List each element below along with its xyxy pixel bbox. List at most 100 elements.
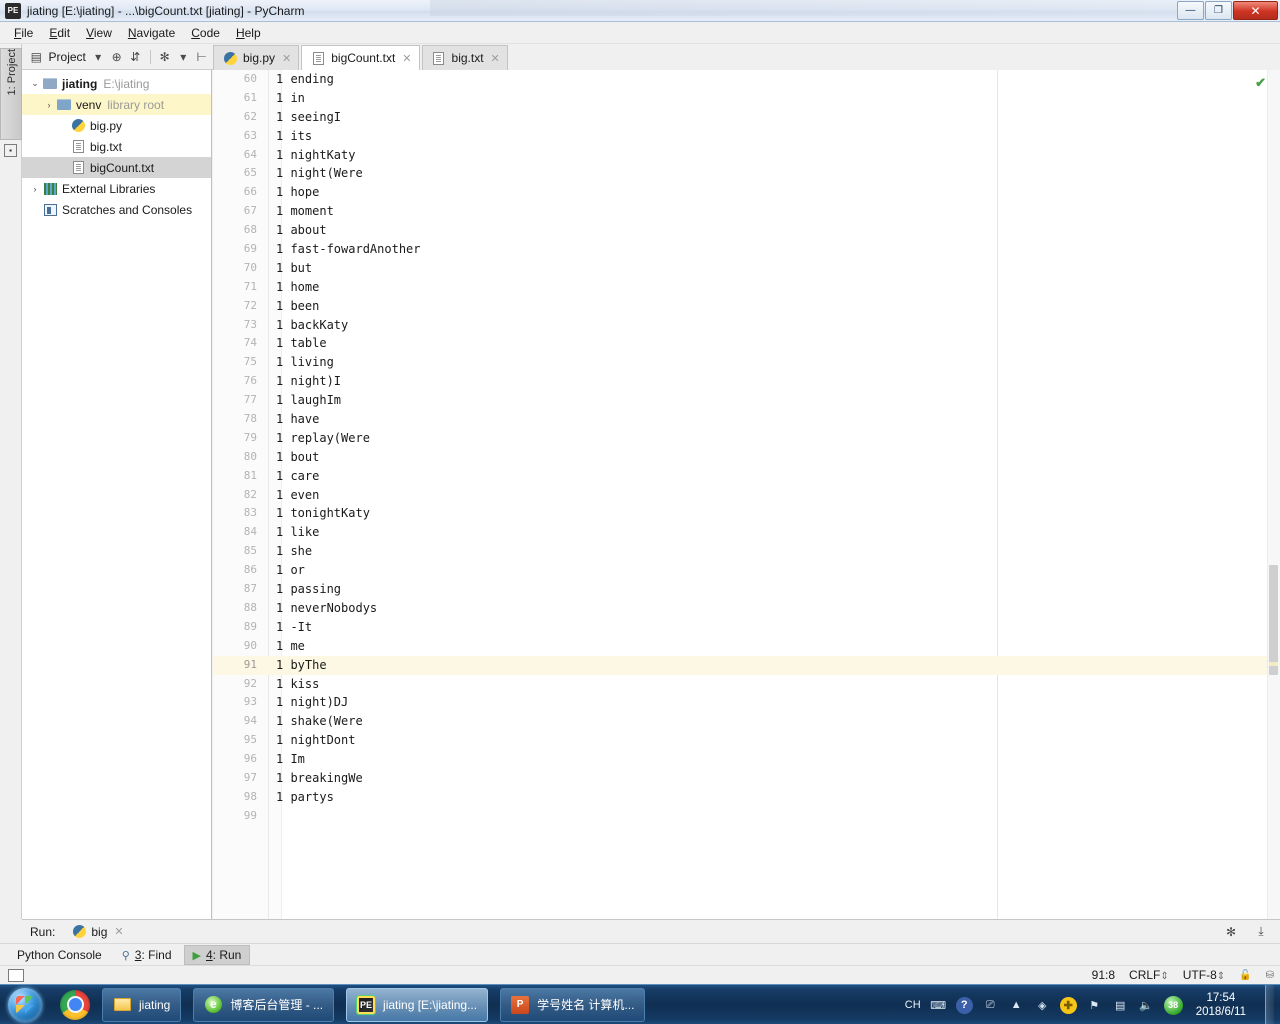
taskbar-item-1[interactable]: 博客后台管理 - ... xyxy=(193,987,335,1022)
menu-navigate[interactable]: Navigate xyxy=(120,24,183,42)
code-line[interactable]: 64 1 nightKaty xyxy=(213,146,1280,165)
settings-chevron-icon[interactable]: ▾ xyxy=(175,48,192,66)
tree-item-big-py[interactable]: big.py xyxy=(22,115,211,136)
code-line[interactable]: 90 1 me xyxy=(213,637,1280,656)
tool-tab-4-run[interactable]: ▶ 4: Run xyxy=(183,944,251,965)
tree-item-jiating[interactable]: ⌄ jiating E:\jiating xyxy=(22,73,211,94)
inspection-status-icon[interactable]: ✔ xyxy=(1255,75,1266,91)
start-button[interactable] xyxy=(2,987,48,1023)
close-icon[interactable]: ✕ xyxy=(282,52,291,65)
code-line[interactable]: 87 1 passing xyxy=(213,580,1280,599)
close-icon[interactable]: ✕ xyxy=(491,52,500,65)
taskbar-item-2[interactable]: PE jiating [E:\jiating... xyxy=(346,987,489,1022)
gear-icon[interactable]: ✻ xyxy=(156,48,173,66)
editor-area[interactable]: 60 1 ending 61 1 in 62 1 seeingI 63 1 its 64 1 ni… xyxy=(213,70,1280,919)
maximize-button[interactable]: ❐ xyxy=(1205,1,1232,20)
input-method-indicator[interactable]: CH xyxy=(905,999,921,1011)
editor-tab-bigcount-txt[interactable]: bigCount.txt ✕ xyxy=(301,45,420,70)
code-line[interactable]: 69 1 fast-fowardAnother xyxy=(213,240,1280,259)
help-icon[interactable]: ? xyxy=(955,996,973,1014)
code-line[interactable]: 70 1 but xyxy=(213,259,1280,278)
scroll-from-source-icon[interactable]: ⊕ xyxy=(108,48,125,66)
code-line[interactable]: 74 1 table xyxy=(213,334,1280,353)
run-config-tab[interactable]: big ✕ xyxy=(65,923,129,941)
tree-item-bigcount-txt[interactable]: bigCount.txt xyxy=(22,157,211,178)
code-line[interactable]: 92 1 kiss xyxy=(213,675,1280,694)
code-line[interactable]: 72 1 been xyxy=(213,297,1280,316)
code-line[interactable]: 60 1 ending xyxy=(213,70,1280,89)
taskbar-item-0[interactable]: jiating xyxy=(102,987,182,1022)
editor-scrollbar-thumb[interactable] xyxy=(1269,565,1278,675)
code-line[interactable]: 93 1 night)DJ xyxy=(213,693,1280,712)
tree-item-big-txt[interactable]: big.txt xyxy=(22,136,211,157)
gear-icon[interactable]: ✻ xyxy=(1222,923,1240,941)
code-line[interactable]: 65 1 night(Were xyxy=(213,164,1280,183)
code-line[interactable]: 61 1 in xyxy=(213,89,1280,108)
code-line[interactable]: 96 1 Im xyxy=(213,750,1280,769)
code-line[interactable]: 84 1 like xyxy=(213,523,1280,542)
code-line[interactable]: 76 1 night)I xyxy=(213,372,1280,391)
code-line[interactable]: 89 1 -It xyxy=(213,618,1280,637)
structure-icon[interactable]: ▪ xyxy=(4,144,17,157)
code-line[interactable]: 98 1 partys xyxy=(213,788,1280,807)
code-line[interactable]: 85 1 she xyxy=(213,542,1280,561)
lock-icon[interactable]: 🔓 xyxy=(1239,970,1251,981)
close-icon[interactable]: ✕ xyxy=(114,925,123,938)
chevron-updown-icon[interactable]: ⇕ xyxy=(1217,971,1225,982)
tree-item-scratches-and-consoles[interactable]: Scratches and Consoles xyxy=(22,199,211,220)
menu-help[interactable]: Help xyxy=(228,24,269,42)
editor-tab-big-txt[interactable]: big.txt ✕ xyxy=(421,45,508,70)
code-line[interactable]: 80 1 bout xyxy=(213,448,1280,467)
hide-icon[interactable]: ⤓ xyxy=(1252,923,1270,941)
show-hidden-icons-icon[interactable]: ▲ xyxy=(1008,997,1025,1014)
code-line[interactable]: 86 1 or xyxy=(213,561,1280,580)
tool-tab-3-find[interactable]: ⚲ 3: Find xyxy=(114,946,180,964)
close-button[interactable]: ✕ xyxy=(1233,1,1278,20)
editor-code-lines[interactable]: 60 1 ending 61 1 in 62 1 seeingI 63 1 its 64 1 ni… xyxy=(213,70,1280,919)
code-line[interactable]: 71 1 home xyxy=(213,278,1280,297)
code-line[interactable]: 62 1 seeingI xyxy=(213,108,1280,127)
tree-item-venv[interactable]: › venv library root xyxy=(22,94,211,115)
tree-item-external-libraries[interactable]: › External Libraries xyxy=(22,178,211,199)
code-line[interactable]: 91 1 byThe xyxy=(213,655,1280,675)
code-line[interactable]: 94 1 shake(Were xyxy=(213,712,1280,731)
code-line[interactable]: 97 1 breakingWe xyxy=(213,769,1280,788)
close-icon[interactable]: ✕ xyxy=(402,52,411,65)
code-line[interactable]: 78 1 have xyxy=(213,410,1280,429)
caret-position[interactable]: 91:8 xyxy=(1092,968,1115,982)
code-line[interactable]: 95 1 nightDont xyxy=(213,731,1280,750)
tool-tab-python-console[interactable]: Python Console xyxy=(4,946,110,964)
taskbar-chrome-icon[interactable] xyxy=(60,989,90,1020)
line-separator-label[interactable]: CRLF xyxy=(1129,968,1160,982)
plus-icon[interactable]: ✚ xyxy=(1059,996,1077,1014)
chevron-down-icon[interactable]: ⌄ xyxy=(28,78,42,89)
code-line[interactable]: 63 1 its xyxy=(213,127,1280,146)
chevron-down-icon[interactable]: ▾ xyxy=(90,48,107,66)
monitor-icon[interactable]: ▤ xyxy=(1112,997,1129,1014)
taskbar-item-3[interactable]: P 学号姓名 计算机... xyxy=(500,987,646,1022)
code-line[interactable]: 83 1 tonightKaty xyxy=(213,504,1280,523)
code-line[interactable]: 88 1 neverNobodys xyxy=(213,599,1280,618)
code-line[interactable]: 82 1 even xyxy=(213,486,1280,505)
keyboard-icon[interactable]: ⌨ xyxy=(930,997,947,1014)
project-toolbar-label[interactable]: Project xyxy=(49,50,86,64)
encoding-label[interactable]: UTF-8 xyxy=(1183,968,1217,982)
menu-edit[interactable]: Edit xyxy=(41,24,78,42)
code-line[interactable]: 66 1 hope xyxy=(213,183,1280,202)
toggle-toolwindows-icon[interactable] xyxy=(8,968,24,982)
network-icon[interactable]: ⎚ xyxy=(982,997,999,1014)
chevron-updown-icon[interactable]: ⇕ xyxy=(1160,971,1168,982)
code-line[interactable]: 99 xyxy=(213,807,1280,826)
code-line[interactable]: 75 1 living xyxy=(213,353,1280,372)
notification-badge[interactable]: 38 xyxy=(1163,995,1183,1015)
editor-scrollbar[interactable] xyxy=(1267,70,1280,919)
sync-icon[interactable]: ⛁ xyxy=(1266,970,1274,981)
shield-icon[interactable]: ◈ xyxy=(1034,997,1051,1014)
show-desktop-button[interactable] xyxy=(1265,985,1274,1024)
code-line[interactable]: 81 1 care xyxy=(213,467,1280,486)
menu-file[interactable]: File xyxy=(6,24,41,42)
chevron-right-icon[interactable]: › xyxy=(28,184,42,194)
taskbar-clock[interactable]: 17:54 2018/6/11 xyxy=(1196,991,1246,1019)
hide-panel-icon[interactable]: ⊢ xyxy=(193,48,210,66)
menu-view[interactable]: View xyxy=(78,24,120,42)
